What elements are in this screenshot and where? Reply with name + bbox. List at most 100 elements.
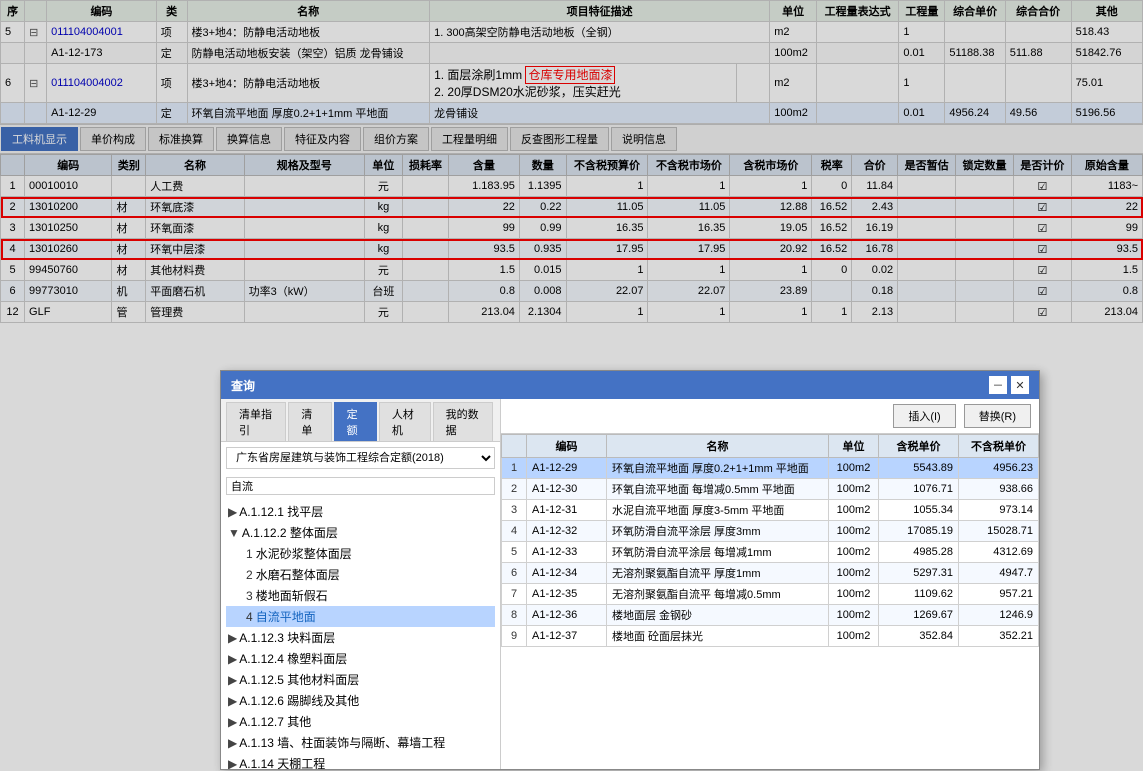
modal-insert-button[interactable]: 插入(I): [893, 404, 955, 428]
cell-pretax: 4947.7: [959, 563, 1039, 584]
tree-item-ceiling[interactable]: ▶A.1.14 天棚工程: [226, 753, 495, 769]
cell-unit: 100m2: [829, 542, 879, 563]
table-row[interactable]: 7 A1-12-35 无溶剂聚氨酯自流平 每增减0.5mm 100m2 1109…: [502, 584, 1039, 605]
cell-seq: 4: [502, 521, 527, 542]
tree-item-whole-face[interactable]: ▼A.1.12.2 整体面层: [226, 522, 495, 543]
cell-seq: 9: [502, 626, 527, 647]
modal-header: 查询 － ✕: [221, 371, 1039, 399]
cell-seq: 8: [502, 605, 527, 626]
cell-unit: 100m2: [829, 500, 879, 521]
tree-item-baseboard[interactable]: ▶A.1.12.6 踢脚线及其他: [226, 690, 495, 711]
col-unit: 单位: [829, 435, 879, 458]
modal-tab-materials[interactable]: 人材机: [379, 402, 431, 441]
tree-item-terrazzo[interactable]: 2水磨石整体面层: [226, 564, 495, 585]
cell-pretax: 15028.71: [959, 521, 1039, 542]
cell-name: 楼地面层 金钢砂: [607, 605, 829, 626]
table-row[interactable]: 1 A1-12-29 环氧自流平地面 厚度0.2+1+1mm 平地面 100m2…: [502, 458, 1039, 479]
cell-pretax: 4312.69: [959, 542, 1039, 563]
tree-item-fake-stone[interactable]: 3楼地面斩假石: [226, 585, 495, 606]
modal-overlay: 查询 － ✕ 清单指引 清单 定额 人材机 我的数据 广东省房屋建筑与装: [0, 0, 1143, 771]
modal-tab-quota[interactable]: 定额: [334, 402, 377, 441]
cell-name: 环氧自流平地面 厚度0.2+1+1mm 平地面: [607, 458, 829, 479]
cell-code: A1-12-37: [527, 626, 607, 647]
cell-code: A1-12-29: [527, 458, 607, 479]
table-row[interactable]: 5 A1-12-33 环氧防滑自流平涂层 每增减1mm 100m2 4985.2…: [502, 542, 1039, 563]
cell-name: 无溶剂聚氨酯自流平 每增减0.5mm: [607, 584, 829, 605]
modal-tab-checklist[interactable]: 清单指引: [226, 402, 286, 441]
col-name: 名称: [607, 435, 829, 458]
tree-item-block-face[interactable]: ▶A.1.12.3 块料面层: [226, 627, 495, 648]
modal-table-container: 编码 名称 单位 含税单价 不含税单价 1 A1-12-29 环: [501, 434, 1039, 769]
modal-dialog: 查询 － ✕ 清单指引 清单 定额 人材机 我的数据 广东省房屋建筑与装: [220, 370, 1040, 770]
modal-tree: ▶A.1.12.1 找平层 ▼A.1.12.2 整体面层 1水泥砂浆整体面层 2…: [221, 498, 500, 769]
modal-left-panel: 清单指引 清单 定额 人材机 我的数据 广东省房屋建筑与装饰工程综合定额(201…: [221, 399, 501, 769]
cell-taxprice: 352.84: [879, 626, 959, 647]
modal-tab-list[interactable]: 清单: [288, 402, 331, 441]
col-taxprice: 含税单价: [879, 435, 959, 458]
cell-pretax: 352.21: [959, 626, 1039, 647]
table-row[interactable]: 3 A1-12-31 水泥自流平地面 厚度3-5mm 平地面 100m2 105…: [502, 500, 1039, 521]
modal-minimize-button[interactable]: －: [989, 376, 1007, 394]
cell-seq: 6: [502, 563, 527, 584]
modal-right-panel: 插入(I) 替换(R) 编码 名称 单位 含税单价 不: [501, 399, 1039, 769]
cell-pretax: 1246.9: [959, 605, 1039, 626]
tree-item-wall-column[interactable]: ▶A.1.13 墙、柱面装饰与隔断、幕墙工程: [226, 732, 495, 753]
table-row[interactable]: 9 A1-12-37 楼地面 砼面层抹光 100m2 352.84 352.21: [502, 626, 1039, 647]
col-seq: [502, 435, 527, 458]
cell-name: 环氧防滑自流平涂层 厚度3mm: [607, 521, 829, 542]
cell-seq: 2: [502, 479, 527, 500]
cell-taxprice: 5543.89: [879, 458, 959, 479]
cell-taxprice: 4985.28: [879, 542, 959, 563]
cell-name: 环氧防滑自流平涂层 每增减1mm: [607, 542, 829, 563]
cell-seq: 7: [502, 584, 527, 605]
cell-unit: 100m2: [829, 584, 879, 605]
table-row[interactable]: 4 A1-12-32 环氧防滑自流平涂层 厚度3mm 100m2 17085.1…: [502, 521, 1039, 542]
cell-seq: 3: [502, 500, 527, 521]
cell-unit: 100m2: [829, 521, 879, 542]
table-row[interactable]: 8 A1-12-36 楼地面层 金钢砂 100m2 1269.67 1246.9: [502, 605, 1039, 626]
cell-pretax: 4956.23: [959, 458, 1039, 479]
tree-item-find-layer[interactable]: ▶A.1.12.1 找平层: [226, 501, 495, 522]
cell-code: A1-12-36: [527, 605, 607, 626]
cell-taxprice: 1269.67: [879, 605, 959, 626]
cell-taxprice: 17085.19: [879, 521, 959, 542]
table-row[interactable]: 2 A1-12-30 环氧自流平地面 每增减0.5mm 平地面 100m2 10…: [502, 479, 1039, 500]
cell-code: A1-12-34: [527, 563, 607, 584]
cell-code: A1-12-32: [527, 521, 607, 542]
cell-pretax: 957.21: [959, 584, 1039, 605]
tree-item-other[interactable]: ▶A.1.12.7 其他: [226, 711, 495, 732]
cell-name: 无溶剂聚氨酯自流平 厚度1mm: [607, 563, 829, 584]
cell-pretax: 973.14: [959, 500, 1039, 521]
cell-unit: 100m2: [829, 563, 879, 584]
tree-item-rubber-face[interactable]: ▶A.1.12.4 橡塑料面层: [226, 648, 495, 669]
modal-search-input[interactable]: [226, 477, 495, 495]
cell-unit: 100m2: [829, 605, 879, 626]
tree-item-self-leveling[interactable]: 4自流平地面: [226, 606, 495, 627]
col-pretax: 不含税单价: [959, 435, 1039, 458]
cell-name: 楼地面 砼面层抹光: [607, 626, 829, 647]
cell-taxprice: 1076.71: [879, 479, 959, 500]
cell-unit: 100m2: [829, 458, 879, 479]
modal-title: 查询: [231, 377, 255, 394]
tree-item-other-material[interactable]: ▶A.1.12.5 其他材料面层: [226, 669, 495, 690]
cell-unit: 100m2: [829, 626, 879, 647]
cell-code: A1-12-30: [527, 479, 607, 500]
modal-close-button[interactable]: ✕: [1011, 376, 1029, 394]
col-code: 编码: [527, 435, 607, 458]
modal-header-buttons: － ✕: [989, 376, 1029, 394]
table-row[interactable]: 6 A1-12-34 无溶剂聚氨酯自流平 厚度1mm 100m2 5297.31…: [502, 563, 1039, 584]
cell-code: A1-12-31: [527, 500, 607, 521]
modal-tab-mydata[interactable]: 我的数据: [433, 402, 493, 441]
cell-code: A1-12-33: [527, 542, 607, 563]
modal-results-table: 编码 名称 单位 含税单价 不含税单价 1 A1-12-29 环: [501, 434, 1039, 647]
tree-item-cement-mortar[interactable]: 1水泥砂浆整体面层: [226, 543, 495, 564]
cell-seq: 1: [502, 458, 527, 479]
cell-taxprice: 1055.34: [879, 500, 959, 521]
modal-replace-button[interactable]: 替换(R): [964, 404, 1031, 428]
cell-unit: 100m2: [829, 479, 879, 500]
modal-action-bar: 插入(I) 替换(R): [501, 399, 1039, 434]
modal-quota-dropdown[interactable]: 广东省房屋建筑与装饰工程综合定额(2018): [226, 447, 495, 469]
cell-code: A1-12-35: [527, 584, 607, 605]
cell-taxprice: 1109.62: [879, 584, 959, 605]
cell-pretax: 938.66: [959, 479, 1039, 500]
